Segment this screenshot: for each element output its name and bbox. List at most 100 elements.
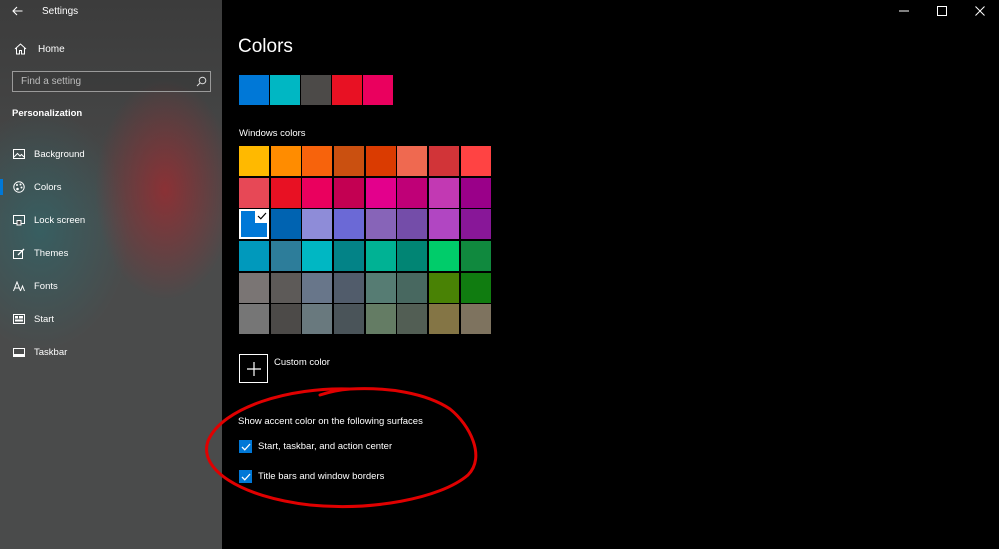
home-label: Home <box>38 43 65 55</box>
sidebar-item-label: Colors <box>34 181 62 193</box>
brush-icon <box>12 248 26 259</box>
app-title: Settings <box>42 5 79 17</box>
title-bar: Settings <box>0 0 222 22</box>
sidebar-item-fonts[interactable]: Fonts <box>0 275 222 297</box>
annotation-ellipse <box>205 387 478 509</box>
taskbar-icon <box>12 347 26 357</box>
color-swatch-selected[interactable] <box>239 209 269 240</box>
plus-icon <box>239 354 268 383</box>
sidebar-item-start[interactable]: Start <box>0 308 222 330</box>
color-swatch[interactable] <box>239 241 269 272</box>
lock-screen-icon <box>12 214 26 226</box>
color-swatch[interactable] <box>302 209 333 240</box>
sidebar-item-themes[interactable]: Themes <box>0 242 222 264</box>
close-icon <box>975 6 985 16</box>
window-controls <box>885 0 999 22</box>
sidebar-item-label: Themes <box>34 247 69 259</box>
minimize-icon <box>899 10 909 12</box>
color-swatch[interactable] <box>239 146 269 176</box>
sidebar-item-label: Taskbar <box>34 346 68 358</box>
palette-icon <box>12 181 26 193</box>
color-swatch[interactable] <box>302 146 333 176</box>
sidebar-item-label: Background <box>34 148 85 160</box>
color-swatch[interactable] <box>365 209 396 240</box>
custom-color-label: Custom color <box>274 357 330 368</box>
color-swatch[interactable] <box>460 209 491 240</box>
color-swatch[interactable] <box>239 177 269 208</box>
color-swatch[interactable] <box>397 304 428 335</box>
color-swatch[interactable] <box>270 241 301 272</box>
color-swatch[interactable] <box>460 146 491 176</box>
color-swatch[interactable] <box>365 146 396 176</box>
color-swatch[interactable] <box>460 272 491 303</box>
check-icon <box>255 209 269 224</box>
color-swatch[interactable] <box>270 304 301 335</box>
color-swatch[interactable] <box>460 177 491 208</box>
color-swatch[interactable] <box>365 272 396 303</box>
recent-color-swatch[interactable] <box>363 75 393 105</box>
color-swatch[interactable] <box>365 304 396 335</box>
color-swatch[interactable] <box>270 146 301 176</box>
windows-colors-grid <box>239 146 491 335</box>
color-swatch[interactable] <box>429 146 460 176</box>
sidebar: Settings Home Find a setting Personaliza… <box>0 0 222 549</box>
color-swatch[interactable] <box>460 304 491 335</box>
home-nav-item[interactable]: Home <box>0 38 222 60</box>
search-icon[interactable] <box>192 76 210 87</box>
sidebar-item-label: Fonts <box>34 280 58 292</box>
color-swatch[interactable] <box>302 304 333 335</box>
picture-icon <box>12 149 26 159</box>
maximize-button[interactable] <box>923 0 961 22</box>
recent-color-swatch[interactable] <box>332 75 362 105</box>
back-button[interactable] <box>0 0 34 22</box>
color-swatch[interactable] <box>334 177 365 208</box>
color-swatch[interactable] <box>365 177 396 208</box>
color-swatch[interactable] <box>302 272 333 303</box>
color-swatch[interactable] <box>365 241 396 272</box>
sidebar-item-label: Lock screen <box>34 214 86 226</box>
color-swatch[interactable] <box>429 272 460 303</box>
color-swatch[interactable] <box>397 146 428 176</box>
color-swatch[interactable] <box>334 304 365 335</box>
color-swatch[interactable] <box>270 209 301 240</box>
sidebar-item-label: Start <box>34 313 55 325</box>
sidebar-item-lock-screen[interactable]: Lock screen <box>0 209 222 231</box>
color-swatch[interactable] <box>270 272 301 303</box>
page-title: Colors <box>238 36 293 57</box>
color-swatch[interactable] <box>334 146 365 176</box>
color-swatch[interactable] <box>460 241 491 272</box>
color-swatch[interactable] <box>239 272 269 303</box>
color-swatch[interactable] <box>397 177 428 208</box>
color-swatch[interactable] <box>302 177 333 208</box>
close-button[interactable] <box>961 0 999 22</box>
sidebar-item-taskbar[interactable]: Taskbar <box>0 341 222 363</box>
color-swatch[interactable] <box>334 272 365 303</box>
color-swatch[interactable] <box>429 241 460 272</box>
color-swatch[interactable] <box>429 209 460 240</box>
home-icon <box>12 43 28 55</box>
color-swatch[interactable] <box>429 177 460 208</box>
minimize-button[interactable] <box>885 0 923 22</box>
color-swatch[interactable] <box>239 304 269 335</box>
back-arrow-icon <box>11 6 22 16</box>
color-swatch[interactable] <box>397 272 428 303</box>
color-swatch[interactable] <box>270 177 301 208</box>
recent-color-swatch[interactable] <box>270 75 300 105</box>
sidebar-item-colors[interactable]: Colors <box>0 176 222 198</box>
recent-colors <box>239 75 393 105</box>
color-swatch[interactable] <box>334 241 365 272</box>
color-swatch[interactable] <box>334 209 365 240</box>
color-swatch[interactable] <box>302 241 333 272</box>
section-title: Personalization <box>12 108 83 119</box>
windows-colors-label: Windows colors <box>239 128 306 139</box>
color-swatch[interactable] <box>429 304 460 335</box>
sidebar-item-background[interactable]: Background <box>0 143 222 165</box>
search-input[interactable]: Find a setting <box>12 71 211 92</box>
font-icon <box>12 280 26 292</box>
recent-color-swatch[interactable] <box>301 75 331 105</box>
maximize-icon <box>937 6 947 16</box>
color-swatch[interactable] <box>397 241 428 272</box>
recent-color-swatch[interactable] <box>239 75 269 105</box>
color-swatch[interactable] <box>397 209 428 240</box>
custom-color-button[interactable]: Custom color <box>239 354 330 383</box>
